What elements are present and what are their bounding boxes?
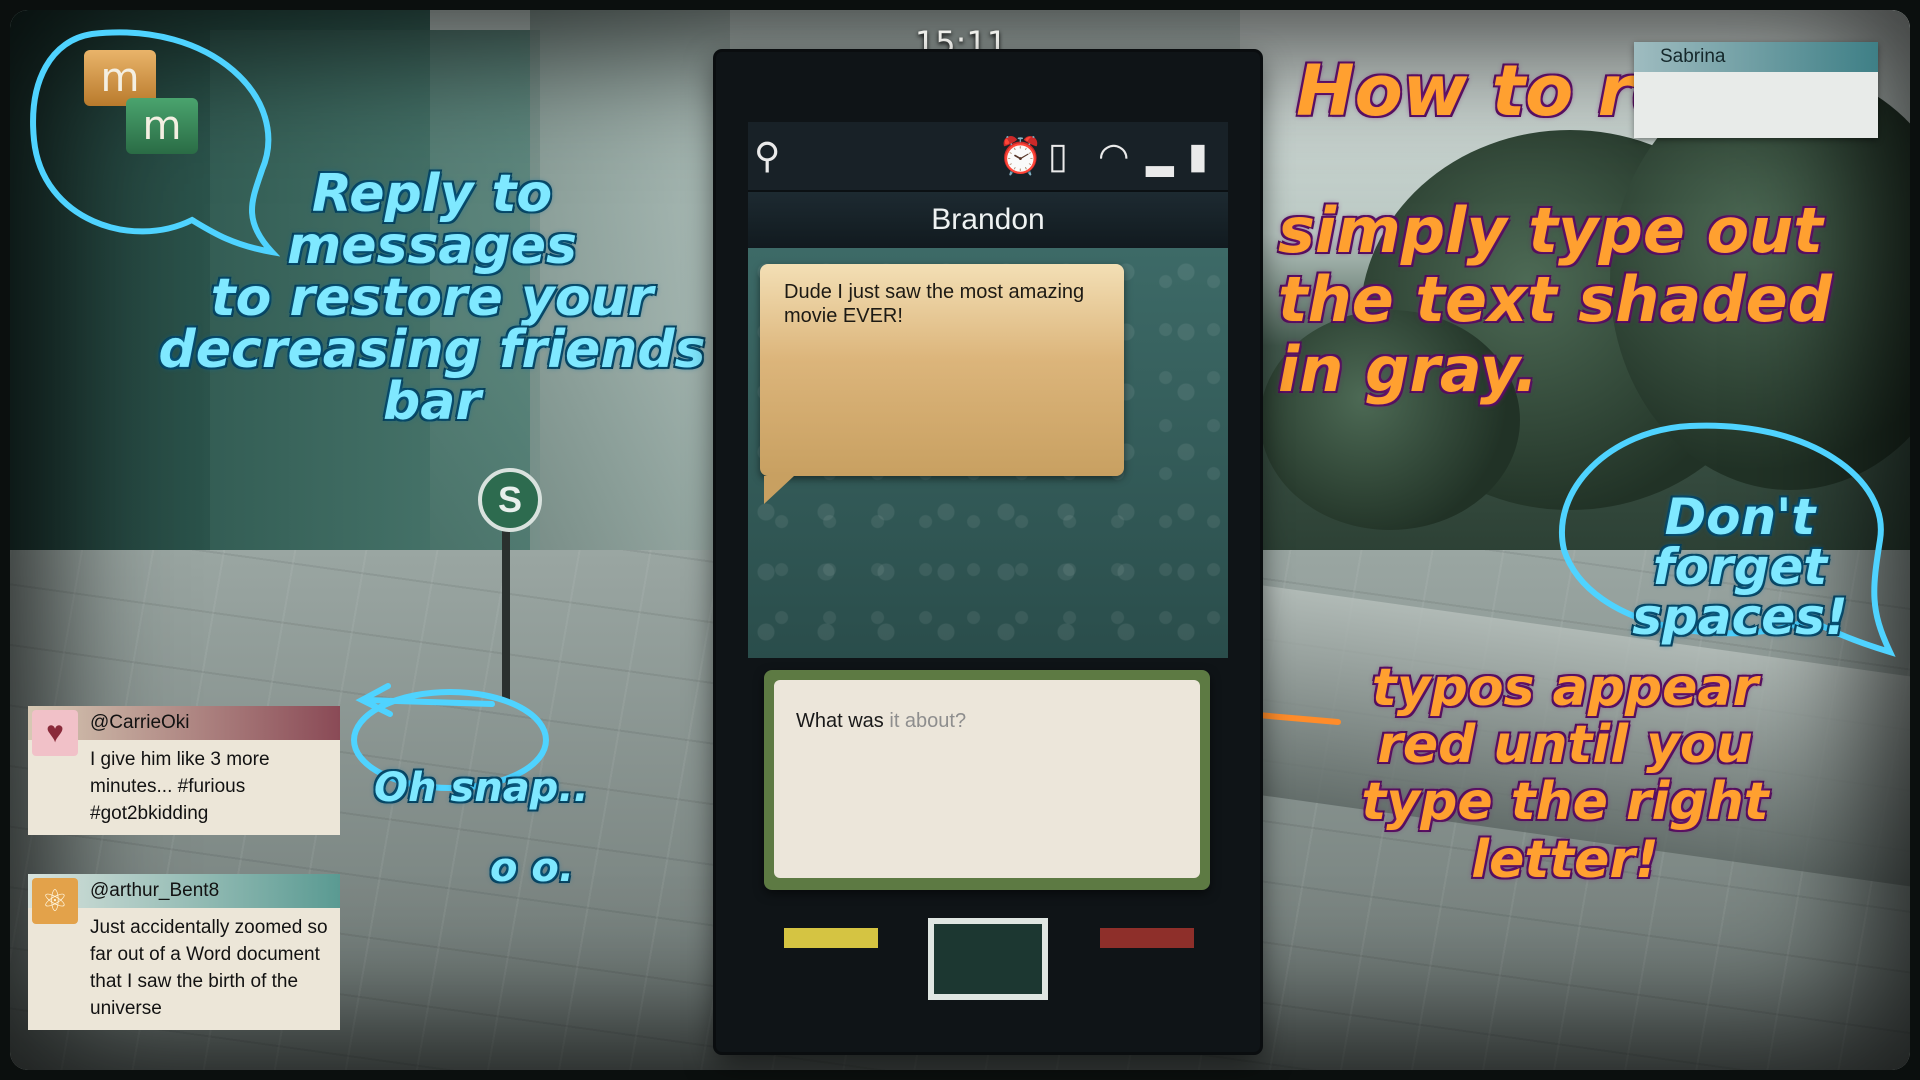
reply-text: What was it about? — [796, 710, 966, 733]
phone-status-bar: ⚲ ⏰ ▯ ◠ ▂ ▮ — [748, 122, 1228, 192]
phone: ⚲ ⏰ ▯ ◠ ▂ ▮ Brandon Dude I just saw the … — [716, 52, 1260, 1052]
subway-sign-icon: S — [478, 468, 542, 532]
red-button[interactable] — [1100, 928, 1194, 948]
how-to-reply-body: simply type out the text shaded in gray. — [1278, 194, 1833, 406]
oh-snap-text: Oh snap.. — [374, 765, 589, 811]
reply-instructions: Reply to messages to restore your decrea… — [158, 164, 706, 432]
friend-status-panel: Sabrina — [1634, 42, 1878, 138]
atom-icon: ⚛ — [32, 878, 78, 924]
arrow-left-icon — [355, 683, 495, 717]
tweet-handle: @CarrieOki — [90, 712, 190, 733]
incoming-message-text: Dude I just saw the most amazing movie E… — [784, 281, 1085, 327]
yellow-button[interactable] — [784, 928, 878, 948]
reply-pending-text: it about? — [883, 710, 967, 732]
signal-bars-icon: ▂ — [1146, 135, 1174, 176]
location-pin-icon: ⚲ — [754, 135, 781, 176]
tweet-card: ⚛ @arthur_Bent8 Just accidentally zoomed… — [28, 874, 340, 1030]
alarm-clock-icon: ⏰ — [998, 135, 1043, 176]
incoming-message-bubble: Dude I just saw the most amazing movie E… — [760, 264, 1124, 504]
tweet-header: ⚛ @arthur_Bent8 — [28, 874, 340, 924]
reply-typed-text: What was — [796, 710, 884, 732]
typos-note: typos appear red until you type the righ… — [1361, 658, 1769, 890]
tweet-handle: @arthur_Bent8 — [90, 880, 220, 901]
friend-name: Sabrina — [1634, 42, 1878, 72]
battery-icon: ▮ — [1188, 135, 1208, 176]
contact-name: Brandon — [748, 192, 1228, 248]
home-button[interactable] — [928, 918, 1048, 1000]
oh-snap-tail: o o. — [490, 845, 575, 891]
reply-input-frame[interactable]: What was it about? — [764, 670, 1210, 890]
sign-pole — [502, 520, 510, 700]
heart-cat-icon: ♥ — [32, 710, 78, 756]
vibrate-icon: ▯ — [1048, 135, 1068, 176]
tweet-card: ♥ @CarrieOki I give him like 3 more minu… — [28, 706, 340, 835]
tweet-text: Just accidentally zoomed so far out of a… — [90, 917, 328, 1019]
reply-input[interactable]: What was it about? — [774, 680, 1200, 878]
tweet-header: ♥ @CarrieOki — [28, 706, 340, 756]
wifi-icon: ◠ — [1098, 135, 1130, 176]
spaces-reminder: Don't forget spaces! — [1632, 488, 1848, 646]
